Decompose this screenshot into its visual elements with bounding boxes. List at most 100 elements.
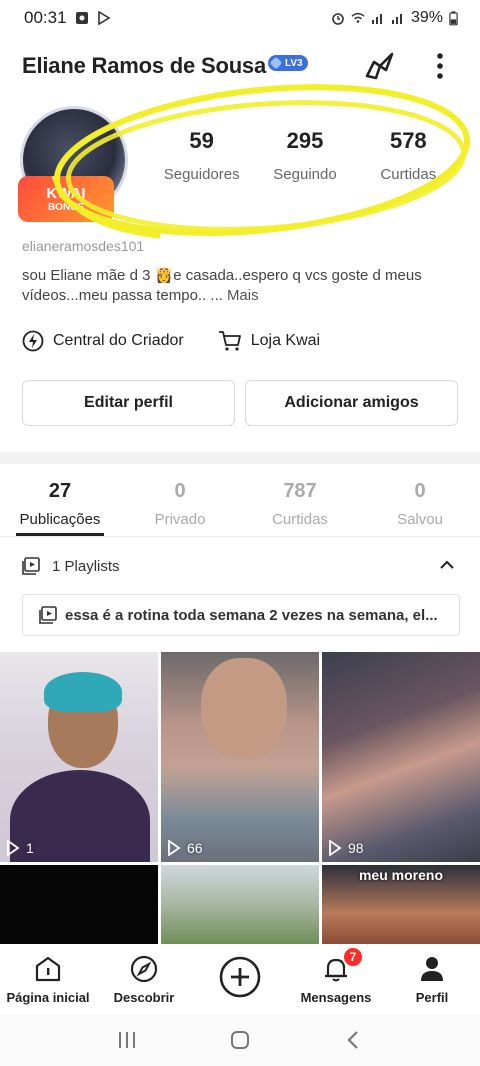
- profile-header: Eliane Ramos de Sousa LV3: [22, 46, 458, 86]
- stat-value: 578: [389, 128, 427, 153]
- home-circle-icon: [230, 1031, 249, 1049]
- signal-icon-2: [391, 14, 402, 24]
- profile-name: Eliane Ramos de Sousa: [22, 53, 266, 78]
- tab-label: Salvou: [397, 511, 443, 528]
- share-icon[interactable]: [362, 48, 398, 84]
- video-tile[interactable]: 98: [322, 652, 480, 862]
- level-label: LV3: [285, 57, 303, 69]
- signal-icon: [371, 14, 382, 24]
- diamond-icon: [269, 56, 283, 70]
- home-button[interactable]: [225, 1028, 255, 1052]
- video-tile[interactable]: [0, 865, 158, 944]
- video-tile[interactable]: 1: [0, 652, 158, 862]
- system-navigation: [0, 1014, 480, 1066]
- video-caption: meu moreno: [358, 867, 443, 883]
- compass-icon: [130, 955, 158, 983]
- home-icon: [35, 956, 61, 982]
- playlist-icon: [39, 606, 57, 624]
- tabs-divider: [0, 536, 480, 537]
- recents-icon: [118, 1032, 135, 1048]
- add-friends-button[interactable]: Adicionar amigos: [245, 380, 458, 426]
- cart-icon: [218, 331, 241, 351]
- battery-percent: 39%: [410, 9, 443, 26]
- chevron-up-icon[interactable]: [438, 556, 456, 574]
- nav-messages[interactable]: 7 Mensagens: [288, 944, 384, 1014]
- stat-value: 59: [189, 128, 214, 153]
- bonus-subtitle: BONUS: [47, 201, 85, 213]
- tab-saved[interactable]: 0 Salvou: [360, 470, 480, 536]
- tab-private[interactable]: 0 Privado: [120, 470, 240, 536]
- playlists-header[interactable]: 1 Playlists: [22, 552, 458, 580]
- tab-publications[interactable]: 27 Publicações: [0, 470, 120, 536]
- tab-count: 27: [48, 480, 72, 502]
- nav-discover-label: Descobrir: [113, 990, 175, 1005]
- notification-icon: [75, 12, 88, 24]
- level-badge[interactable]: LV3: [268, 55, 308, 71]
- view-count: 98: [328, 840, 364, 856]
- play-icon: [168, 840, 181, 856]
- tab-count: 787: [283, 480, 317, 502]
- nav-discover[interactable]: Descobrir: [96, 944, 192, 1014]
- nav-messages-label: Mensagens: [300, 990, 372, 1005]
- stat-label: Seguindo: [273, 166, 337, 183]
- creator-center-label: Central do Criador: [53, 332, 184, 349]
- stat-followers[interactable]: 59 Seguidores: [150, 128, 253, 188]
- lightning-icon: [22, 330, 44, 352]
- bio-more-link[interactable]: Mais: [227, 287, 259, 304]
- play-store-icon: [97, 11, 111, 25]
- kwai-bonus-badge[interactable]: KWAI BONUS: [18, 176, 114, 222]
- tab-label: Publicações: [19, 511, 101, 528]
- play-icon: [329, 840, 342, 856]
- more-options-icon[interactable]: [430, 48, 450, 84]
- profile-handle: elianeramosdes101: [22, 238, 145, 254]
- stat-likes[interactable]: 578 Curtidas: [357, 128, 460, 188]
- play-icon: [7, 840, 20, 856]
- video-tile[interactable]: 66: [161, 652, 319, 862]
- recents-button[interactable]: [112, 1028, 142, 1052]
- stat-label: Seguidores: [163, 166, 240, 183]
- bonus-title: KWAI: [46, 184, 86, 202]
- thumbnail-art: [201, 658, 287, 758]
- back-button[interactable]: [338, 1028, 368, 1052]
- status-bar: 00:31 39%: [0, 0, 480, 36]
- playlist-icon: [22, 557, 40, 575]
- plus-icon: [219, 956, 261, 998]
- bottom-navigation: Página inicial Descobrir 7 Mensagens Per…: [0, 944, 480, 1014]
- edit-profile-button[interactable]: Editar perfil: [22, 380, 235, 426]
- avatar-container[interactable]: KWAI BONUS: [18, 100, 138, 230]
- stat-following[interactable]: 295 Seguindo: [253, 128, 356, 188]
- nav-home-label: Página inicial: [6, 990, 90, 1005]
- video-grid: 1 66 98 meu moreno: [0, 652, 480, 944]
- tab-count: 0: [414, 480, 426, 502]
- tab-likes[interactable]: 787 Curtidas: [240, 470, 360, 536]
- nav-home[interactable]: Página inicial: [0, 944, 96, 1014]
- section-divider: [0, 452, 480, 464]
- view-count-value: 66: [187, 840, 203, 856]
- alarm-icon: [332, 13, 344, 25]
- stat-value: 295: [286, 128, 324, 153]
- profile-actions: Editar perfil Adicionar amigos: [22, 380, 458, 426]
- profile-bio[interactable]: sou Eliane mãe d 3 👸e casada..espero q v…: [22, 266, 462, 306]
- shop-link[interactable]: Loja Kwai: [218, 330, 320, 352]
- playlists-count: 1 Playlists: [52, 557, 120, 575]
- stat-label: Curtidas: [380, 166, 437, 183]
- messages-badge: 7: [342, 946, 364, 968]
- view-count: 1: [6, 840, 34, 856]
- tab-label: Privado: [154, 511, 206, 528]
- profile-links: Central do Criador Loja Kwai: [22, 326, 462, 356]
- video-tile[interactable]: [161, 865, 319, 944]
- content-tabs: 27 Publicações 0 Privado 787 Curtidas 0 …: [0, 470, 480, 536]
- bio-text: sou Eliane mãe d 3 👸e casada..espero q v…: [22, 267, 422, 304]
- back-icon: [347, 1031, 359, 1049]
- playlist-title: essa é a rotina toda semana 2 vezes na s…: [65, 606, 438, 624]
- creator-center-link[interactable]: Central do Criador: [22, 330, 184, 352]
- nav-profile[interactable]: Perfil: [384, 944, 480, 1014]
- battery-icon: [449, 10, 458, 25]
- nav-profile-label: Perfil: [415, 990, 449, 1005]
- video-tile[interactable]: meu moreno: [322, 865, 480, 944]
- shop-label: Loja Kwai: [250, 332, 321, 349]
- nav-create[interactable]: [192, 944, 288, 1014]
- tab-label: Curtidas: [272, 511, 328, 528]
- playlist-item[interactable]: essa é a rotina toda semana 2 vezes na s…: [22, 594, 460, 636]
- wifi-icon: [351, 12, 365, 23]
